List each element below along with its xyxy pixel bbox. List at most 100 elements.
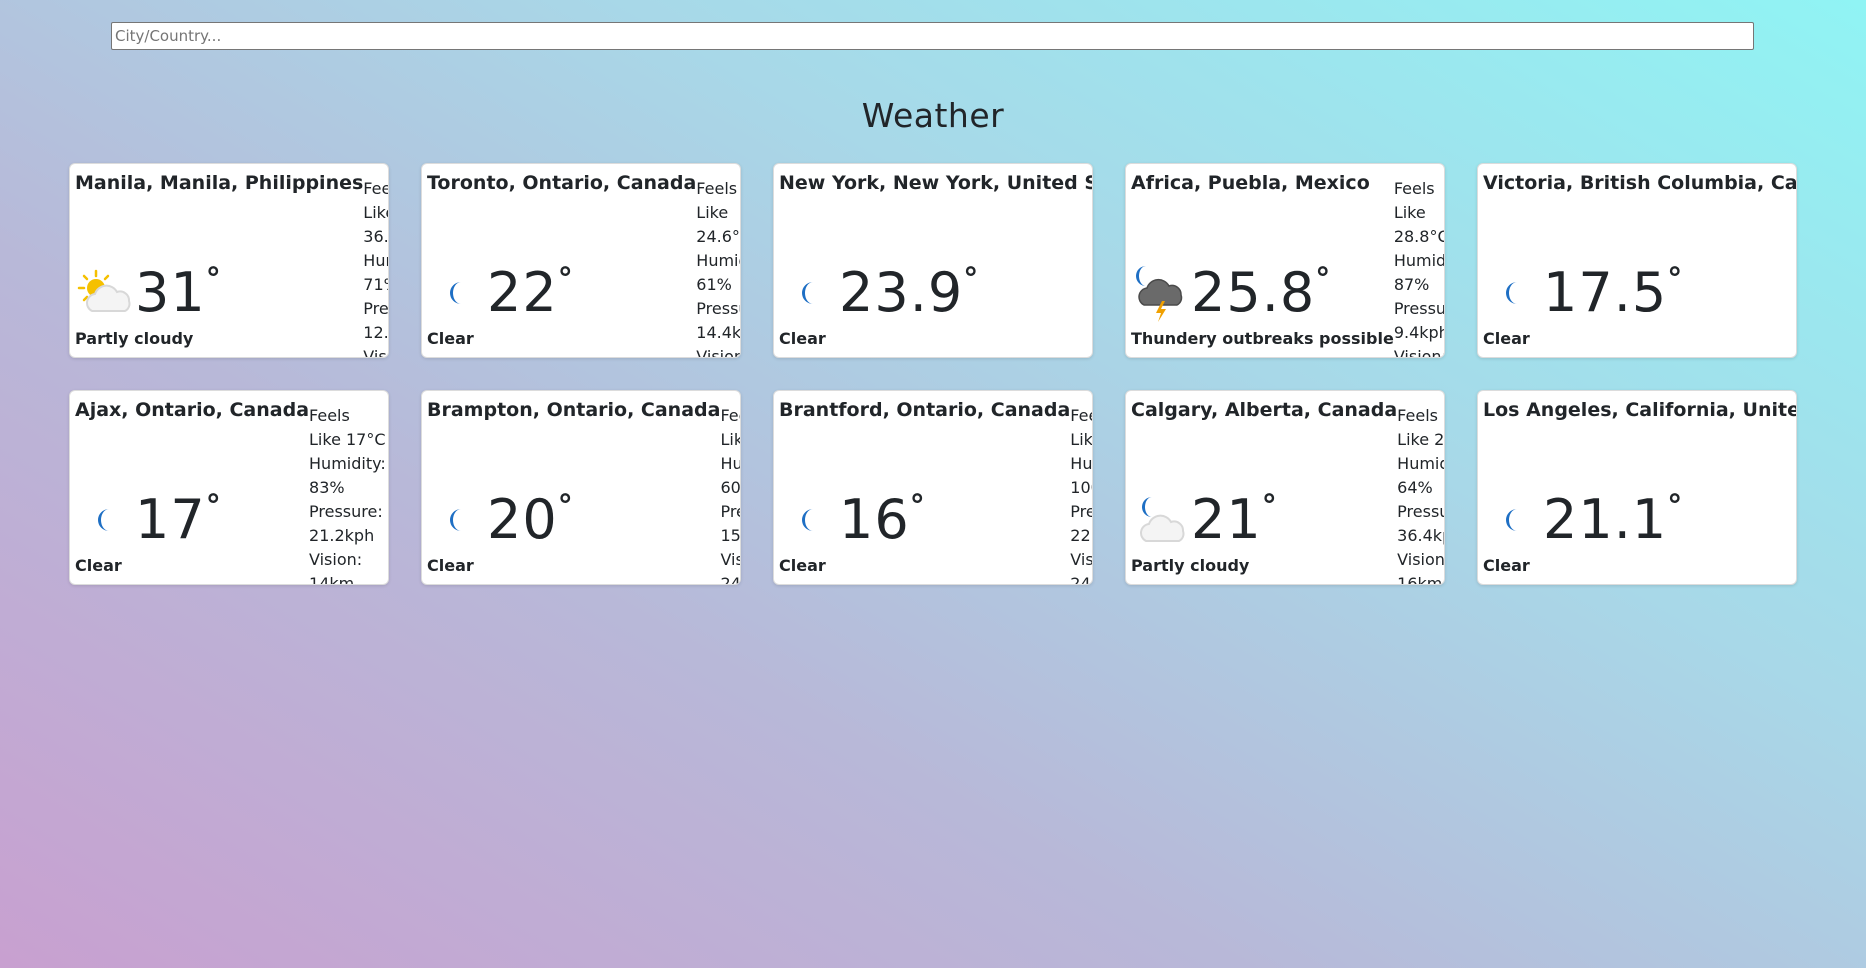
card-main: Toronto, Ontario, Canada 22 ° Clear xyxy=(427,169,696,351)
card-main: Victoria, British Columbia, Canada 17.5°… xyxy=(1483,169,1797,351)
degree-symbol: ° xyxy=(1667,262,1684,297)
card-main: Ajax, Ontario, Canada 17 ° Clear xyxy=(75,396,309,578)
temperature: 23.9 ° xyxy=(839,261,980,324)
temperature-row: 16 ° xyxy=(779,490,1070,550)
feels-like: Feels Like 21°C xyxy=(1397,406,1445,449)
humidity: Humidity: 60% xyxy=(720,454,741,497)
temperature-row: 17 ° xyxy=(75,490,309,550)
temperature-row: 17.5 ° xyxy=(1483,262,1796,323)
moon-icon xyxy=(427,263,487,323)
degree-symbol: ° xyxy=(205,489,222,524)
location-name: Toronto, Ontario, Canada xyxy=(427,172,697,194)
card-details: Feels Like 24.6°C Humidity: 61% Pressure… xyxy=(696,169,740,357)
weather-card: Toronto, Ontario, Canada 22 ° Clear Feels… xyxy=(421,163,741,358)
degree-symbol: ° xyxy=(1315,262,1332,297)
pressure: Pressure: 21.2kph xyxy=(309,502,383,545)
condition-label: Clear xyxy=(1483,556,1530,575)
partly-cloudy-day-icon xyxy=(75,263,135,323)
condition-label: Clear xyxy=(1483,329,1530,348)
card-details: Feels Like 28.8°C Humidity: 87% Pressure… xyxy=(1393,169,1445,357)
card-main: New York, New York, United States of Ame… xyxy=(779,169,1092,351)
location-name: Brampton, Ontario, Canada xyxy=(427,399,721,421)
degree-symbol: ° xyxy=(557,262,574,297)
weather-card: Los Angeles, California, United States o… xyxy=(1477,390,1797,585)
moon-icon xyxy=(779,490,839,550)
temperature: 21.1 ° xyxy=(1543,488,1684,551)
humidity: Humidity: 61% xyxy=(696,251,740,294)
humidity: Humidity: 83% xyxy=(309,454,386,497)
vision: Vision: 16km xyxy=(1397,550,1445,585)
temperature: 22 ° xyxy=(487,261,574,324)
degree-symbol: ° xyxy=(205,262,222,297)
condition-label: Clear xyxy=(779,556,826,575)
card-details: Feels Like 21°C Humidity: 64% Pressure: … xyxy=(1397,396,1445,584)
thunderstorm-night-icon xyxy=(1131,263,1191,323)
vision: Vision: 24km xyxy=(720,550,741,585)
pressure: Pressure: 22kph xyxy=(1070,502,1092,545)
moon-icon xyxy=(779,263,839,323)
feels-like: Feels Like 28.8°C xyxy=(1393,179,1445,246)
condition-label: Clear xyxy=(427,329,474,348)
page-title: Weather xyxy=(861,96,1005,135)
temperature: 25.8 ° xyxy=(1191,261,1332,324)
vision: Vision: 14km xyxy=(309,550,363,585)
pressure: Pressure: 9.4kph xyxy=(1393,299,1445,342)
condition-label: Clear xyxy=(75,556,122,575)
card-main: Los Angeles, California, United States o… xyxy=(1483,396,1796,578)
vision: Vision: 10km xyxy=(363,347,388,358)
condition-label: Clear xyxy=(427,556,474,575)
card-details: Feels Like 17°C Humidity: 83% Pressure: … xyxy=(309,396,386,584)
pressure: Pressure: 15.8kph xyxy=(720,502,741,545)
weather-card: Victoria, British Columbia, Canada 17.5°… xyxy=(1477,163,1797,358)
condition-label: Thundery outbreaks possible xyxy=(1131,329,1394,348)
temperature-row: 22 ° xyxy=(427,263,696,323)
temperature-row: 21.1 ° xyxy=(1483,488,1796,551)
weather-card: Brantford, Ontario, Canada 16° Clear Fee… xyxy=(773,390,1093,585)
weather-card: Ajax, Ontario, Canada 17 ° Clear Feels Li… xyxy=(69,390,389,585)
location-name: Los Angeles, California, United States o… xyxy=(1483,399,1796,421)
location-name: Victoria, British Columbia, Canada xyxy=(1483,172,1797,194)
moon-icon xyxy=(1483,490,1543,550)
search-bar xyxy=(111,22,1754,50)
search-input[interactable] xyxy=(111,22,1754,50)
location-name: Manila, Manila, Philippines xyxy=(75,172,364,194)
vision: Vision: 14km xyxy=(696,347,740,358)
humidity: Humidity: 71% xyxy=(363,251,388,294)
temperature: 17 ° xyxy=(135,488,222,551)
weather-card: Africa, Puebla, Mexico 25.8 ° Thundery ou… xyxy=(1125,163,1445,358)
vision: Vision: 10km xyxy=(1393,347,1445,358)
card-details: Feels Like 16°C Humidity: 100% Pressure:… xyxy=(1070,396,1093,584)
feels-like: Feels Like 16°C xyxy=(1070,406,1093,449)
location-name: Brantford, Ontario, Canada xyxy=(779,399,1071,421)
feels-like: Feels Like 24.6°C xyxy=(696,179,740,246)
card-main: Calgary, Alberta, Canada 21 ° Partly clou… xyxy=(1131,396,1397,578)
card-details: Feels Like 20°C Humidity: 60% Pressure: … xyxy=(720,396,741,584)
humidity: Humidity: 100% xyxy=(1070,454,1093,497)
feels-like: Feels Like 36.6°C xyxy=(363,179,389,246)
temperature: 31 ° xyxy=(135,261,222,324)
weather-card: New York, New York, United States of Ame… xyxy=(773,163,1093,358)
degree-symbol: ° xyxy=(557,489,574,524)
moon-icon xyxy=(75,490,135,550)
location-name: Ajax, Ontario, Canada xyxy=(75,399,310,421)
feels-like: Feels Like 20°C xyxy=(720,406,740,449)
pressure: Pressure: 12.6kph xyxy=(363,299,389,342)
moon-icon xyxy=(427,490,487,550)
temperature-row: 23.9 ° xyxy=(779,261,1092,324)
weather-card-grid: Manila, Manila, Philippines 31 ° Partly c… xyxy=(69,163,1797,585)
temperature-row: 31 ° xyxy=(75,263,363,323)
degree-symbol: ° xyxy=(1667,489,1684,524)
feels-like: Feels Like 17°C xyxy=(309,406,386,449)
temperature: 21 ° xyxy=(1191,488,1278,551)
partly-cloudy-night-icon xyxy=(1131,490,1191,550)
card-details: Feels Like 36.6°C Humidity: 71% Pressure… xyxy=(363,169,389,357)
card-main: Brantford, Ontario, Canada 16 ° Clear xyxy=(779,396,1070,578)
temperature-row: 20 ° xyxy=(427,490,720,550)
temperature: 20 ° xyxy=(487,488,574,551)
temperature: 16 ° xyxy=(839,488,926,551)
card-main: Africa, Puebla, Mexico 25.8 ° Thundery ou… xyxy=(1131,169,1394,351)
temperature-row: 21 ° xyxy=(1131,490,1397,550)
degree-symbol: ° xyxy=(1261,489,1278,524)
pressure: Pressure: 36.4kph xyxy=(1397,502,1444,545)
degree-symbol: ° xyxy=(909,489,926,524)
